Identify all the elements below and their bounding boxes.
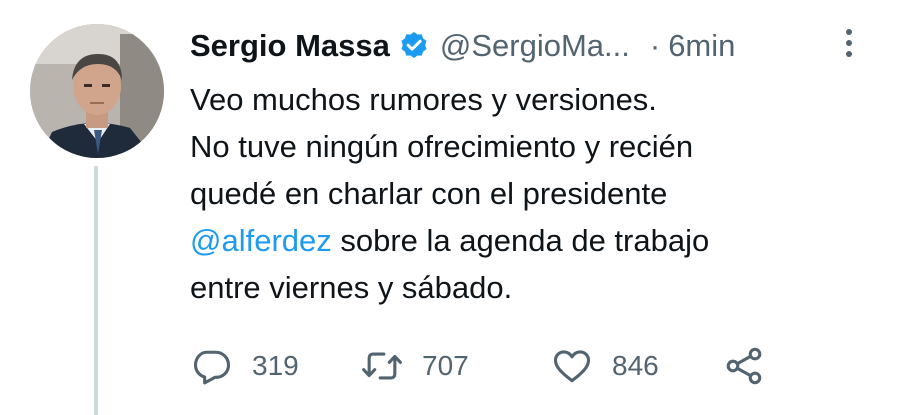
display-name[interactable]: Sergio Massa bbox=[190, 28, 390, 64]
heart-icon bbox=[550, 344, 594, 388]
like-count: 846 bbox=[612, 350, 659, 381]
reply-button[interactable]: 319 bbox=[190, 343, 299, 389]
thread-line bbox=[94, 166, 98, 415]
tweet-text-line: entre viernes y sábado. bbox=[190, 270, 513, 305]
mention-link[interactable]: @alferdez bbox=[190, 223, 332, 258]
reply-icon bbox=[190, 344, 234, 388]
tweet-text-line: Veo muchos rumores y versiones. bbox=[190, 82, 657, 117]
tweet-text-fragment: sobre la agenda de trabajo bbox=[331, 223, 710, 258]
timestamp[interactable]: 6min bbox=[668, 28, 735, 64]
retweet-button[interactable]: 707 bbox=[360, 343, 469, 389]
retweet-count: 707 bbox=[422, 350, 469, 381]
avatar-image bbox=[30, 24, 164, 158]
tweet-text-line: @alferdez sobre la agenda de trabajo bbox=[190, 217, 870, 264]
share-icon bbox=[722, 344, 766, 388]
more-vertical-icon[interactable] bbox=[838, 26, 860, 62]
tweet-text: Veo muchos rumores y versiones. No tuve … bbox=[190, 76, 870, 311]
share-button[interactable] bbox=[722, 343, 766, 389]
handle[interactable]: @SergioMa... bbox=[440, 28, 630, 64]
tweet-header: Sergio Massa @SergioMa... · 6min bbox=[190, 22, 870, 70]
verified-badge-icon bbox=[398, 30, 430, 62]
like-button[interactable]: 846 bbox=[550, 343, 659, 389]
tweet[interactable]: Sergio Massa @SergioMa... · 6min Veo muc… bbox=[0, 0, 900, 415]
reply-count: 319 bbox=[252, 350, 299, 381]
retweet-icon bbox=[360, 344, 404, 388]
avatar[interactable] bbox=[30, 24, 164, 158]
action-bar: 319 707 846 bbox=[190, 343, 790, 389]
tweet-text-line: quedé en charlar con el presidente bbox=[190, 176, 668, 211]
separator-dot: · bbox=[649, 28, 661, 63]
tweet-text-line: No tuve ningún ofrecimiento y recién bbox=[190, 129, 694, 164]
